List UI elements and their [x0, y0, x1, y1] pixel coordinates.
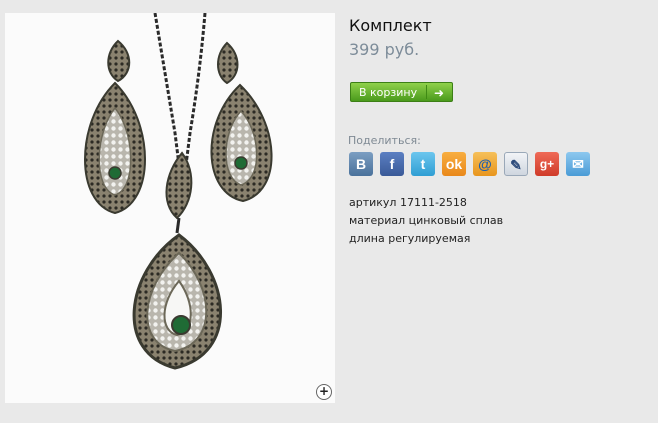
product-details: артикул 17111-2518 материал цинковый спл…	[349, 194, 503, 248]
livejournal-icon[interactable]: ✎	[504, 152, 528, 176]
detail-material: материал цинковый сплав	[349, 214, 504, 227]
odnoklassniki-icon[interactable]: ok	[442, 152, 466, 176]
product-price: 399 руб.	[349, 40, 420, 59]
arrow-right-icon: ➜	[434, 86, 445, 100]
add-to-cart-label: В корзину	[359, 86, 418, 99]
button-divider	[426, 85, 427, 99]
share-label: Поделиться:	[348, 134, 421, 147]
email-icon[interactable]: ✉	[566, 152, 590, 176]
add-to-cart-button[interactable]: В корзину ➜	[350, 82, 453, 102]
product-photo[interactable]: +	[5, 13, 335, 403]
facebook-icon[interactable]: f	[380, 152, 404, 176]
zoom-plus-icon[interactable]: +	[316, 384, 332, 400]
product-title: Комплект	[349, 16, 432, 35]
google-plus-icon[interactable]: g+	[535, 152, 559, 176]
share-icons: B f t ok @ ✎ g+ ✉	[349, 152, 590, 176]
detail-article: артикул 17111-2518	[349, 196, 467, 209]
mailru-icon[interactable]: @	[473, 152, 497, 176]
twitter-icon[interactable]: t	[411, 152, 435, 176]
jewelry-set-image	[84, 13, 273, 370]
vkontakte-icon[interactable]: B	[349, 152, 373, 176]
detail-length: длина регулируемая	[349, 232, 471, 245]
